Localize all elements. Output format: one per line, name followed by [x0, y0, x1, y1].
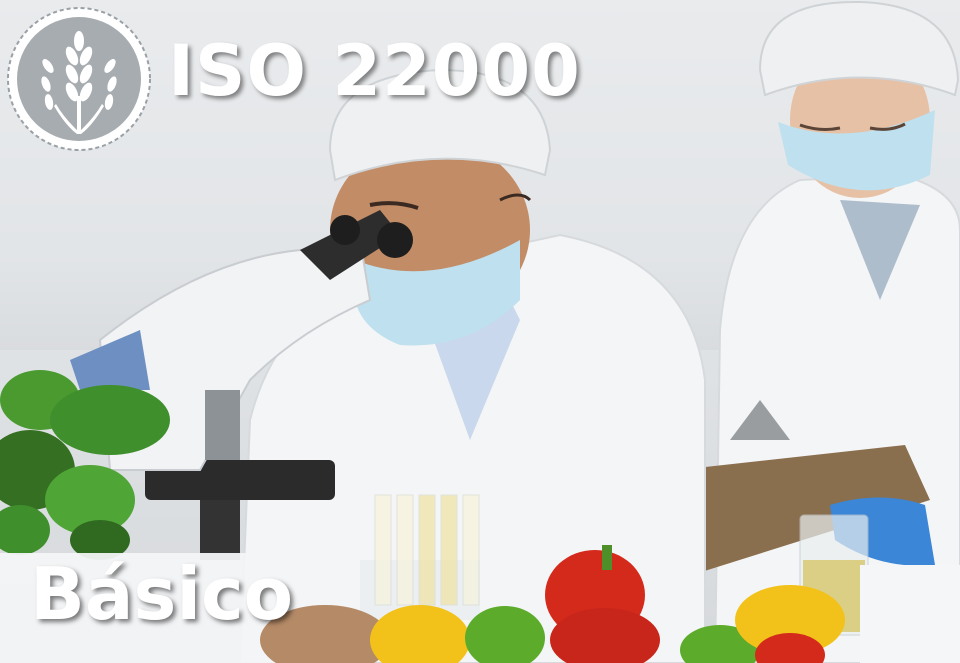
banner-subtitle: Básico — [30, 552, 294, 636]
food-lab-banner: ISO 22000 Básico — [0, 0, 960, 663]
banner-title: ISO 22000 — [168, 30, 581, 112]
wheat-seal-icon — [7, 7, 151, 151]
white-container — [860, 565, 960, 663]
